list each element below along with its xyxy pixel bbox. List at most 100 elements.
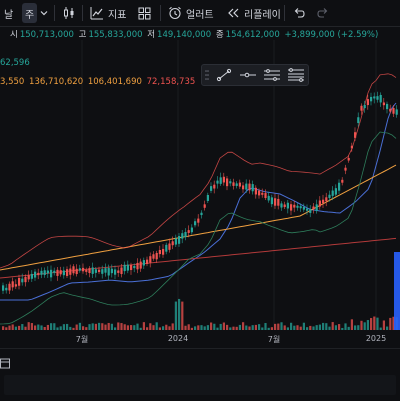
candle-body (213, 184, 216, 189)
candle-body (238, 182, 241, 187)
candle-body (142, 260, 145, 266)
candle-body (360, 105, 363, 111)
candle-body (66, 269, 69, 276)
candle-body (110, 268, 113, 274)
candle-body (347, 157, 350, 161)
candle-body (171, 241, 174, 246)
candle-body (306, 208, 309, 211)
volume-bar (302, 322, 305, 330)
indicator-legend: 62,596 (0, 57, 32, 70)
volume-bar (149, 323, 152, 330)
candle-body (43, 270, 46, 275)
candle-body (46, 270, 49, 274)
horizontal-ray-icon (240, 72, 256, 78)
candle-body (379, 94, 382, 103)
candles-icon (64, 7, 74, 19)
ma-value: 3,550 (0, 77, 25, 87)
candle-body (261, 192, 264, 195)
calendar-icon[interactable] (0, 357, 12, 371)
candle-body (50, 269, 53, 278)
candle-body (155, 252, 158, 260)
interval-dropdown-button[interactable] (40, 3, 48, 23)
candle-body (24, 276, 27, 283)
candle-body (18, 278, 21, 286)
candle-body (290, 204, 293, 211)
candle-body (168, 243, 171, 250)
alerts-button[interactable]: 얼러트 (168, 3, 214, 23)
volume-bar (120, 323, 123, 330)
candle-body (312, 206, 315, 210)
drag-handle-icon[interactable] (202, 65, 212, 85)
candle-body (222, 176, 225, 183)
volume-bar (30, 323, 33, 330)
volume-bar (98, 322, 101, 330)
candle-body (104, 268, 107, 273)
candle-body (56, 269, 59, 276)
timeline-scroll[interactable] (4, 375, 396, 395)
undo-button[interactable] (292, 3, 306, 23)
candle-body (2, 285, 5, 291)
volume-bar (155, 322, 158, 330)
grid-icon (138, 7, 151, 19)
candle-body (34, 271, 37, 278)
fib-retracement-tool[interactable] (284, 65, 308, 85)
volume-bar (50, 323, 53, 330)
candle-body (395, 109, 398, 115)
bollinger-upper (0, 73, 397, 269)
candle-body (245, 183, 248, 190)
volume-bar (376, 317, 379, 330)
indicator-value: 62,596 (0, 58, 30, 68)
interval-week-button[interactable]: 주 (22, 3, 38, 23)
toolbar-divider (284, 5, 285, 21)
candle-body (226, 178, 229, 187)
volume-bar (322, 322, 325, 330)
candle-body (78, 268, 81, 271)
candle-body (88, 268, 91, 274)
ohlc-legend: 시 150,713,000 고 155,833,000 저 149,140,000 종… (0, 29, 380, 42)
candle-body (366, 99, 369, 106)
candle-body (101, 269, 104, 274)
interval-day-label: 날 (4, 9, 14, 21)
trend-line-tool[interactable] (212, 65, 236, 85)
price-range-highlight (394, 252, 400, 330)
candle-body (376, 96, 379, 100)
candle-body (190, 227, 193, 233)
high-label: 고 (78, 30, 87, 40)
candle-body (382, 102, 385, 106)
redo-icon (317, 8, 328, 18)
candle-body (315, 204, 318, 211)
interval-day-button[interactable]: 날 (4, 3, 13, 23)
candle-body (392, 107, 395, 114)
candle-body (187, 230, 190, 233)
candle-body (203, 204, 206, 208)
replay-label: 리플레이 (244, 9, 281, 21)
volume-bar (78, 322, 81, 330)
candle-body (254, 187, 257, 195)
volume-bar (264, 323, 267, 330)
time-axis-label: 7월 (75, 335, 89, 344)
candle-body (53, 270, 56, 273)
replay-icon (228, 8, 239, 18)
candle-body (328, 194, 331, 198)
candle-body (363, 104, 366, 109)
layouts-button[interactable] (138, 3, 151, 23)
alerts-label: 얼러트 (186, 9, 214, 21)
candle-body (117, 270, 120, 273)
chart-type-button[interactable] (62, 3, 76, 23)
chevron-down-icon (40, 11, 48, 16)
price-chart[interactable] (0, 26, 400, 348)
volume-bar (242, 322, 245, 330)
indicators-button[interactable]: 지표 (90, 3, 126, 23)
candle-body (357, 117, 360, 124)
parallel-channel-tool[interactable] (260, 65, 284, 85)
candle-body (30, 273, 33, 279)
replay-button[interactable]: 리플레이 (226, 3, 281, 23)
time-axis[interactable]: 7월 2024 7월 2025 (0, 330, 400, 348)
time-axis-label: 2024 (167, 334, 189, 343)
volume-bar (142, 322, 145, 330)
candle-body (309, 209, 312, 213)
horizontal-ray-tool[interactable] (236, 65, 260, 85)
redo-button[interactable] (316, 3, 330, 23)
volume-bar (360, 320, 363, 330)
candle-body (264, 193, 267, 199)
